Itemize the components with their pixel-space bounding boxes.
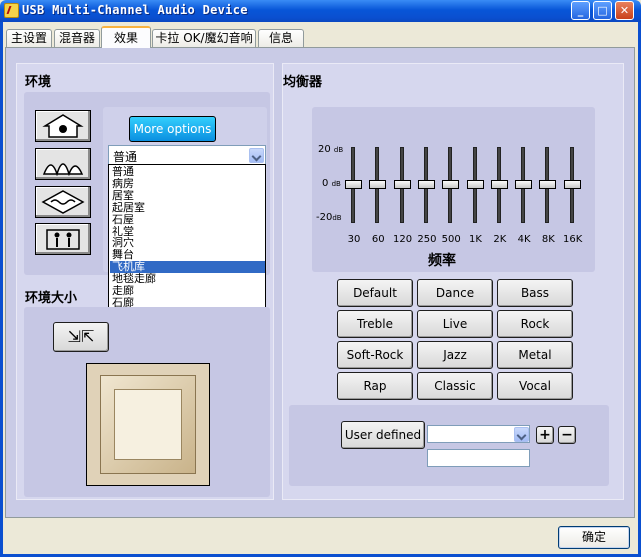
- plus-icon: +: [539, 427, 551, 443]
- db-unit-top: dB: [333, 146, 344, 154]
- frequency-label: 频率: [428, 253, 456, 269]
- minus-icon: −: [561, 427, 573, 443]
- environment-option[interactable]: 舞台: [110, 249, 265, 261]
- eq-preset-default-button[interactable]: Default: [337, 279, 413, 307]
- app-icon: [4, 3, 19, 18]
- environment-size-button[interactable]: ⇲⇱: [53, 322, 109, 352]
- eq-preset-treble-button[interactable]: Treble: [337, 310, 413, 338]
- eq-preset-jazz-button[interactable]: Jazz: [417, 341, 493, 369]
- wave-icon: [41, 190, 85, 214]
- tab-main-settings[interactable]: 主设置: [6, 29, 52, 48]
- close-icon: ✕: [619, 4, 630, 17]
- db-value-middle: 0: [322, 178, 329, 189]
- eq-preset-soft-rock-button[interactable]: Soft-Rock: [337, 341, 413, 369]
- environment-option[interactable]: 飞机库: [110, 261, 265, 273]
- tab-mixer[interactable]: 混音器: [54, 29, 100, 48]
- eq-slider-thumb[interactable]: [393, 180, 411, 189]
- eq-preset-metal-button[interactable]: Metal: [497, 341, 573, 369]
- environment-option[interactable]: 走廊: [110, 285, 265, 297]
- preset-name-input[interactable]: [427, 449, 530, 467]
- people-preset-button[interactable]: [35, 223, 91, 255]
- environment-size-heading: 环境大小: [25, 291, 78, 306]
- eq-slider-thumb[interactable]: [563, 180, 581, 189]
- tab-effects[interactable]: 效果: [101, 26, 151, 48]
- environment-select-value: 普通: [113, 150, 138, 164]
- more-options-button[interactable]: More options: [129, 116, 216, 142]
- eq-slider-thumb[interactable]: [442, 180, 460, 189]
- db-label-middle: 0 dB: [322, 178, 341, 189]
- eq-preset-classic-button[interactable]: Classic: [417, 372, 493, 400]
- environment-option[interactable]: 居室: [110, 190, 265, 202]
- eq-slider-thumb[interactable]: [417, 180, 435, 189]
- minimize-button[interactable]: _: [571, 1, 590, 20]
- eq-preset-vocal-button[interactable]: Vocal: [497, 372, 573, 400]
- environment-select[interactable]: 普通: [108, 145, 266, 165]
- environment-option[interactable]: 洞穴: [110, 237, 265, 249]
- eq-slider-thumb[interactable]: [539, 180, 557, 189]
- eq-preset-rock-button[interactable]: Rock: [497, 310, 573, 338]
- user-defined-panel: [289, 405, 609, 486]
- maximize-icon: □: [597, 4, 608, 17]
- water-preset-button[interactable]: [35, 186, 91, 218]
- eq-preset-live-button[interactable]: Live: [417, 310, 493, 338]
- chevron-down-icon[interactable]: [514, 427, 529, 442]
- opera-house-icon: [42, 163, 84, 176]
- tab-karaoke[interactable]: 卡拉 OK/魔幻音响: [152, 29, 256, 48]
- environment-option[interactable]: 石屋: [110, 214, 265, 226]
- window-title: USB Multi-Channel Audio Device: [22, 3, 248, 17]
- people-icon: [46, 229, 80, 250]
- close-button[interactable]: ✕: [615, 1, 634, 20]
- db-label-top: 20 dB: [318, 144, 343, 155]
- eq-slider-thumb[interactable]: [345, 180, 362, 189]
- environment-option[interactable]: 病房: [110, 178, 265, 190]
- concert-hall-preset-button[interactable]: [35, 148, 91, 180]
- db-unit-bottom: dB: [332, 214, 342, 222]
- chevron-down-icon[interactable]: [249, 148, 264, 163]
- environment-option[interactable]: 起居室: [110, 202, 265, 214]
- environment-option[interactable]: 地毯走廊: [110, 273, 265, 285]
- bathroom-preset-button[interactable]: [35, 110, 91, 142]
- db-unit-middle: dB: [331, 180, 341, 188]
- eq-slider-thumb[interactable]: [466, 180, 484, 189]
- eq-slider-thumb[interactable]: [490, 180, 508, 189]
- eq-slider-thumb[interactable]: [515, 180, 533, 189]
- eq-preset-bass-button[interactable]: Bass: [497, 279, 573, 307]
- equalizer-heading: 均衡器: [283, 75, 323, 90]
- db-value-bottom: -20: [316, 212, 333, 223]
- add-preset-button[interactable]: +: [536, 426, 554, 444]
- eq-slider-thumb[interactable]: [369, 180, 387, 189]
- minimize-icon: _: [577, 4, 584, 17]
- room-size-preview[interactable]: [86, 363, 210, 486]
- environment-option[interactable]: 礼堂: [110, 226, 265, 238]
- db-label-bottom: -20dB: [316, 212, 342, 223]
- user-preset-select[interactable]: [427, 425, 530, 443]
- db-value-top: 20: [318, 144, 331, 155]
- eq-preset-dance-button[interactable]: Dance: [417, 279, 493, 307]
- room-floor: [114, 389, 182, 460]
- remove-preset-button[interactable]: −: [558, 426, 576, 444]
- maximize-button[interactable]: □: [593, 1, 612, 20]
- user-defined-button[interactable]: User defined: [341, 421, 425, 449]
- environment-option[interactable]: 普通: [110, 166, 265, 178]
- environment-heading: 环境: [25, 75, 52, 90]
- tab-info[interactable]: 信息: [258, 29, 304, 48]
- expand-arrows-icon: ⇲⇱: [67, 327, 95, 346]
- eq-frequency-label: 16K: [563, 234, 583, 245]
- house-shower-icon: [42, 114, 84, 138]
- ok-button[interactable]: 确定: [558, 526, 630, 549]
- eq-preset-rap-button[interactable]: Rap: [337, 372, 413, 400]
